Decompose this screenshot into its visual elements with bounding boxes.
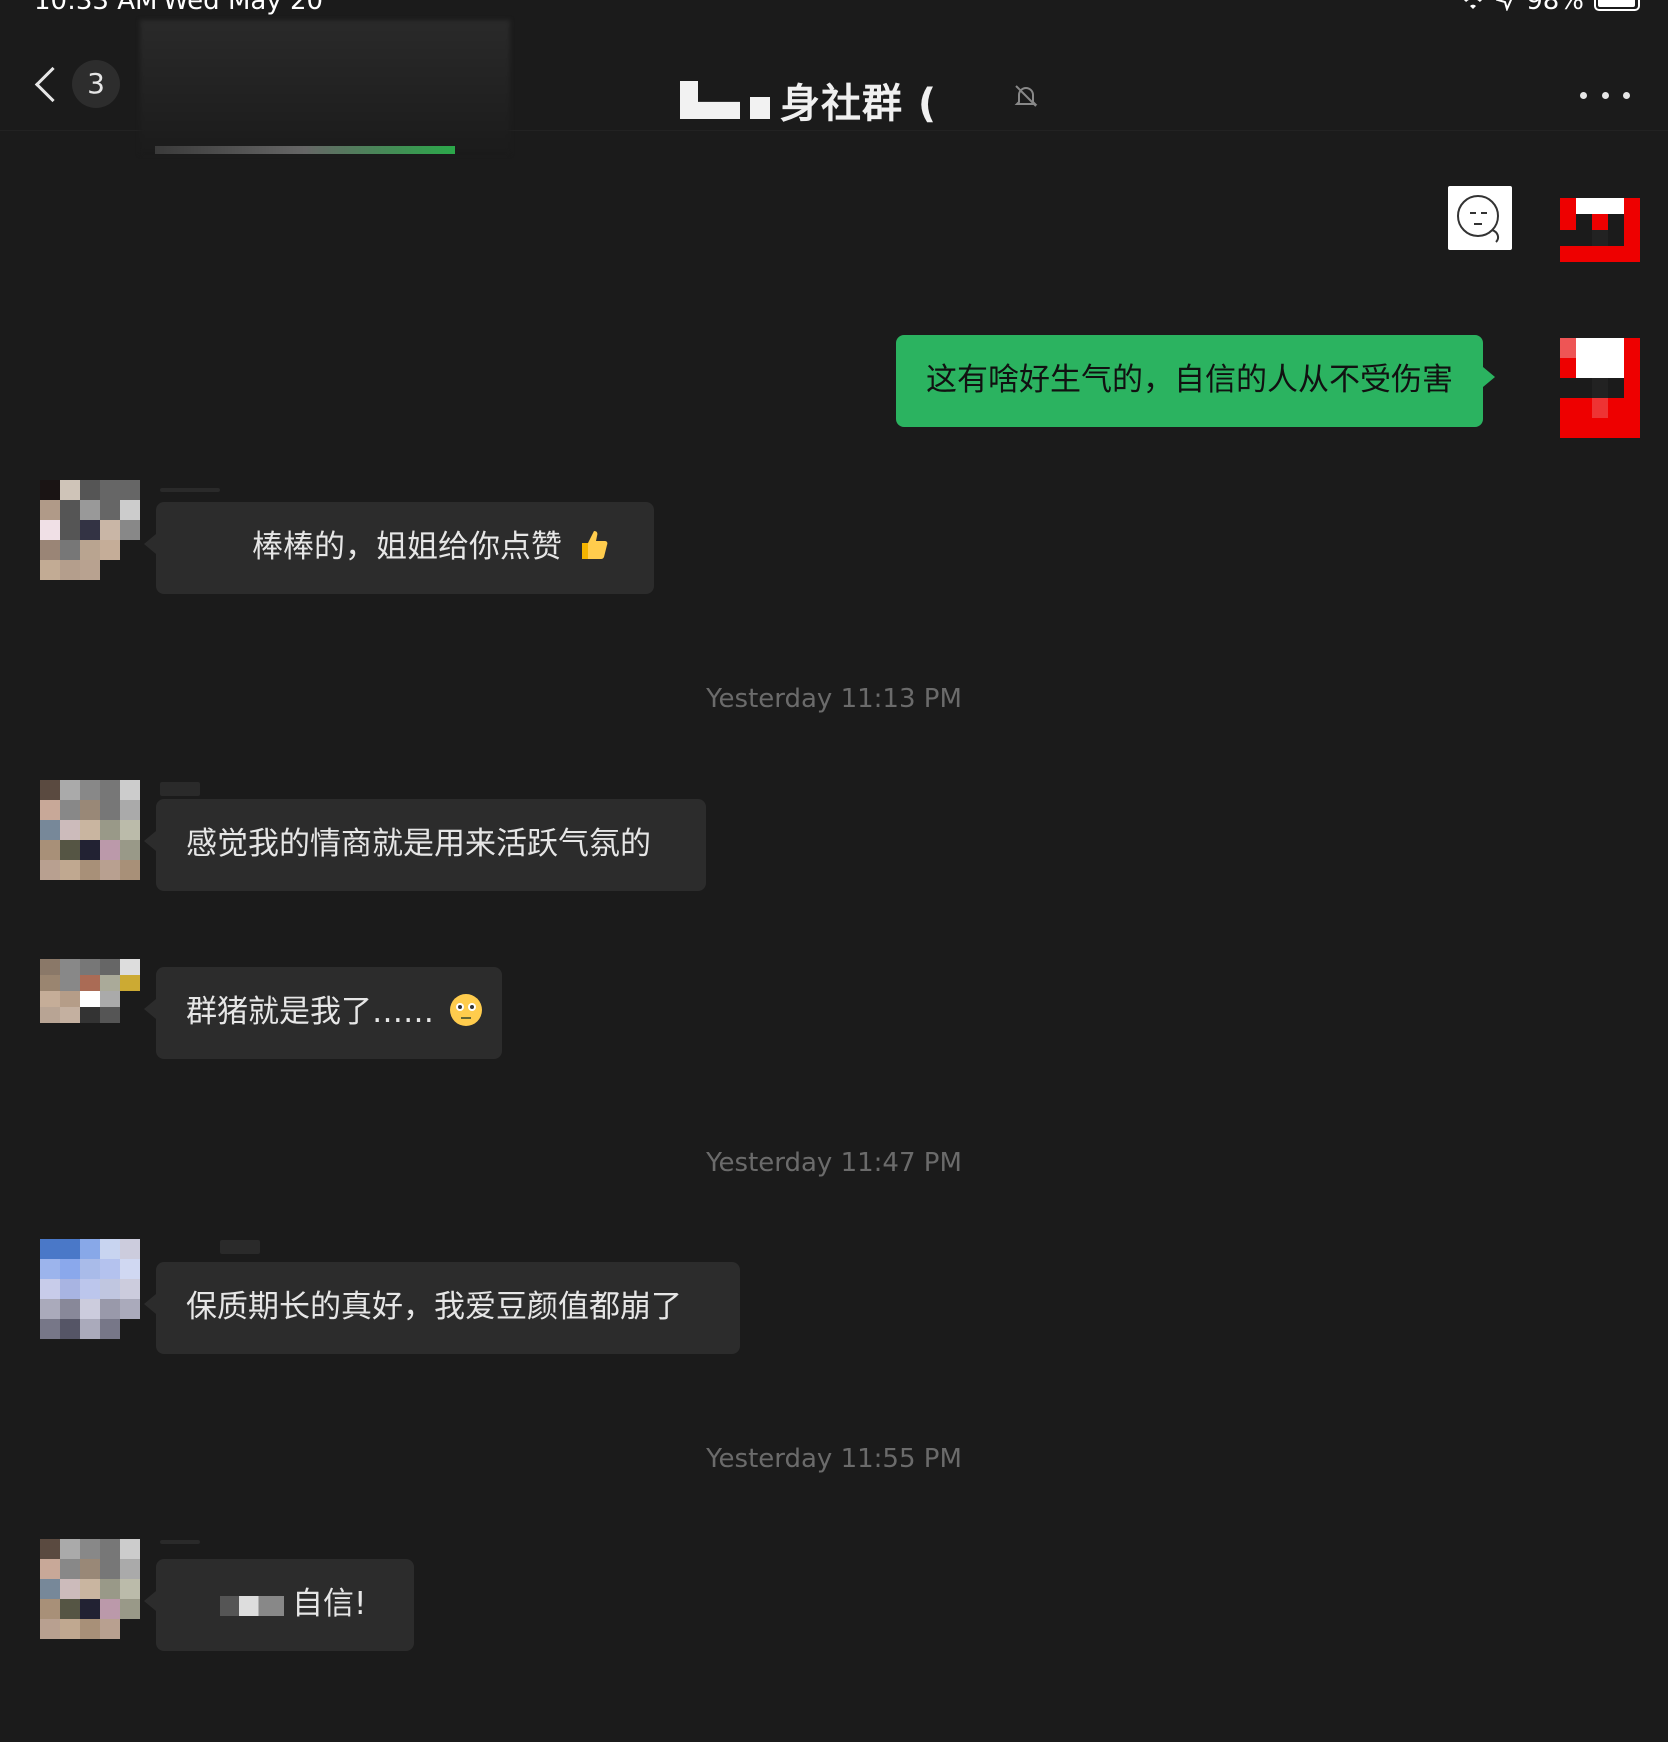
status-time: 10:33 AM bbox=[34, 0, 158, 16]
message-bubble-incoming[interactable]: 群猪就是我了…… bbox=[144, 967, 502, 1059]
unread-badge: 3 bbox=[72, 60, 120, 108]
message-bubble-incoming[interactable]: 感觉我的情商就是用来活跃气氛的 bbox=[144, 799, 706, 891]
chevron-left-icon bbox=[34, 66, 71, 103]
status-date: Wed May 20 bbox=[163, 0, 324, 16]
more-dot bbox=[1580, 91, 1587, 99]
timestamp: Yesterday 11:13 PM bbox=[706, 684, 962, 714]
nav-bar: 3 身社群 ( bbox=[0, 20, 1668, 154]
message-bubble-incoming[interactable]: 自信! bbox=[144, 1559, 414, 1651]
thinking-face-icon bbox=[1457, 195, 1500, 243]
message-bubble-incoming[interactable]: 棒棒的，姐姐给你点赞 bbox=[144, 502, 654, 594]
sender-name-redacted bbox=[160, 782, 200, 796]
more-dot bbox=[1601, 91, 1609, 99]
sender-name-redacted bbox=[220, 1240, 260, 1254]
avatar[interactable] bbox=[40, 1539, 140, 1639]
chat-title[interactable]: 身社群 ( bbox=[680, 72, 937, 128]
message-bubble-incoming[interactable]: 保质期长的真好，我爱豆颜值都崩了 bbox=[144, 1262, 740, 1354]
message-text: 群猪就是我了…… bbox=[186, 994, 434, 1030]
avatar[interactable] bbox=[40, 480, 140, 580]
avatar[interactable] bbox=[40, 959, 140, 1039]
thinking-face-sticker[interactable] bbox=[1448, 186, 1512, 250]
blurred-preview bbox=[140, 20, 510, 154]
more-options-button[interactable] bbox=[1580, 80, 1630, 110]
message-text: 保质期长的真好，我爱豆颜值都崩了 bbox=[186, 1289, 682, 1325]
page-title: 身社群 ( bbox=[780, 81, 938, 127]
avatar[interactable] bbox=[40, 780, 140, 880]
avatar[interactable] bbox=[1560, 198, 1640, 278]
title-redaction bbox=[750, 97, 770, 119]
avatar[interactable] bbox=[1560, 338, 1640, 438]
flushed-face-emoji bbox=[449, 994, 482, 1026]
message-text: 棒棒的，姐姐给你点赞 bbox=[252, 529, 562, 565]
mute-bell-icon bbox=[1014, 85, 1038, 107]
thumbs-up-emoji bbox=[581, 531, 608, 559]
mention-redaction bbox=[220, 1596, 284, 1616]
status-right: 98% bbox=[1460, 0, 1640, 16]
status-bar: 10:33 AM Wed May 20 98% bbox=[0, 0, 1668, 20]
message-text: 这有啥好生气的，自信的人从不受伤害 bbox=[926, 362, 1453, 398]
location-icon bbox=[1496, 0, 1513, 11]
avatar[interactable] bbox=[40, 1239, 140, 1339]
sender-name-redacted bbox=[160, 1540, 200, 1544]
blurred-strip bbox=[155, 146, 455, 154]
battery-percent: 98% bbox=[1526, 0, 1584, 16]
back-button[interactable]: 3 bbox=[34, 58, 126, 114]
message-text: 感觉我的情商就是用来活跃气氛的 bbox=[186, 826, 651, 862]
sender-name-redacted bbox=[160, 488, 220, 492]
timestamp: Yesterday 11:47 PM bbox=[706, 1148, 962, 1178]
wifi-icon bbox=[1464, 0, 1483, 9]
more-dot bbox=[1623, 91, 1630, 99]
timestamp: Yesterday 11:55 PM bbox=[706, 1444, 962, 1474]
battery-icon bbox=[1594, 0, 1640, 11]
message-bubble-outgoing[interactable]: 这有啥好生气的，自信的人从不受伤害 bbox=[896, 335, 1495, 427]
message-text: 自信! bbox=[292, 1586, 367, 1622]
title-redaction bbox=[680, 81, 740, 119]
